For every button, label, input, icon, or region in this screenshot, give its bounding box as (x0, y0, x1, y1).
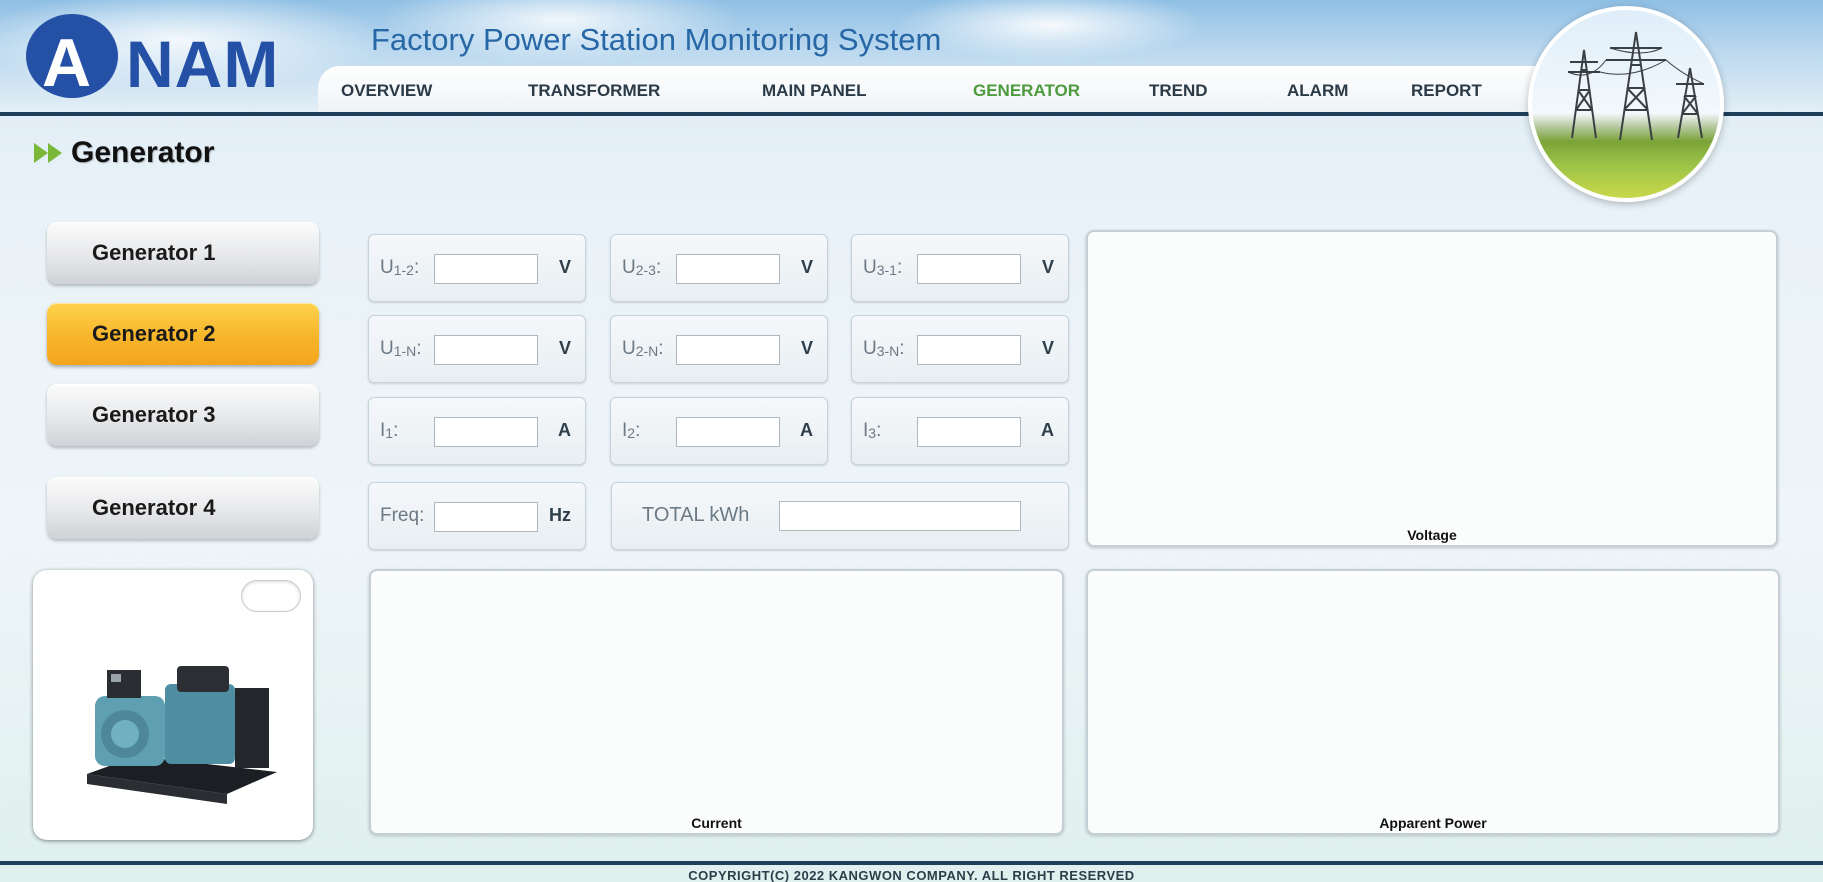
app-title: Factory Power Station Monitoring System (371, 22, 942, 57)
u23-input[interactable] (676, 254, 780, 284)
u2n-unit: V (800, 338, 813, 358)
generator-icon (87, 666, 277, 804)
u3n-input[interactable] (917, 335, 1021, 365)
u31-field-box: U3-1: V (851, 234, 1069, 302)
frequency-label: Freq: (380, 505, 425, 526)
i1-label: I1: (380, 420, 399, 441)
u3n-unit: V (1041, 338, 1054, 358)
u23-unit: V (800, 257, 813, 277)
double-arrow-icon (34, 143, 62, 163)
nav-report[interactable]: REPORT (1411, 81, 1482, 101)
frequency-unit: Hz (549, 505, 571, 525)
i3-unit: A (1041, 420, 1054, 440)
voltage-chart-title: Voltage (1407, 527, 1457, 543)
u1n-input[interactable] (434, 335, 538, 365)
current-chart-title: Current (691, 815, 742, 831)
i2-field-box: I2: A (610, 397, 828, 465)
i2-unit: A (800, 420, 813, 440)
i2-input[interactable] (676, 417, 780, 447)
i1-input[interactable] (434, 417, 538, 447)
voltage-chart-panel: Voltage (1086, 230, 1778, 547)
generator-4-button[interactable]: Generator 4 (47, 477, 319, 539)
i3-field-box: I3: A (851, 397, 1069, 465)
u3n-label: U3-N: (863, 338, 905, 359)
u1n-label: U1-N: (380, 338, 422, 359)
i1-unit: A (558, 420, 571, 440)
u2n-label: U2-N: (622, 338, 664, 359)
page-title: Generator (71, 136, 215, 169)
generator-image-card (33, 570, 313, 840)
footer-copyright: COPYRIGHT(C) 2022 KANGWON COMPANY. ALL R… (688, 868, 1135, 882)
apparent-power-chart-panel: Apparent Power (1086, 569, 1780, 835)
nav-generator[interactable]: GENERATOR (973, 81, 1080, 101)
nav-alarm[interactable]: ALARM (1287, 81, 1348, 101)
frequency-field-box: Freq: Hz (368, 482, 586, 550)
u23-field-box: U2-3: V (610, 234, 828, 302)
u1n-unit: V (558, 338, 571, 358)
u12-input[interactable] (434, 254, 538, 284)
u2n-input[interactable] (676, 335, 780, 365)
company-logo: A NAM (26, 14, 296, 101)
i1-field-box: I1: A (368, 397, 586, 465)
logo-text: NAM (126, 27, 280, 101)
u12-label: U1-2: (380, 257, 420, 278)
total-kwh-label: TOTAL kWh (642, 504, 750, 526)
u31-label: U3-1: (863, 257, 903, 278)
logo-letter: A (42, 25, 92, 101)
u1n-field-box: U1-N: V (368, 315, 586, 383)
nav-trend[interactable]: TREND (1149, 81, 1208, 101)
nav-overview[interactable]: OVERVIEW (341, 81, 432, 101)
u12-field-box: U1-2: V (368, 234, 586, 302)
total-kwh-field-box: TOTAL kWh (611, 482, 1069, 550)
i3-input[interactable] (917, 417, 1021, 447)
i3-label: I3: (863, 420, 882, 441)
u3n-field-box: U3-N: V (851, 315, 1069, 383)
u31-input[interactable] (917, 254, 1021, 284)
footer-divider (0, 861, 1823, 865)
u2n-field-box: U2-N: V (610, 315, 828, 383)
i2-label: I2: (622, 420, 641, 441)
main-nav: OVERVIEW TRANSFORMER MAIN PANEL GENERATO… (318, 66, 1548, 112)
generator-3-button[interactable]: Generator 3 (47, 384, 319, 446)
nav-transformer[interactable]: TRANSFORMER (528, 81, 660, 101)
current-chart-panel: Current (369, 569, 1064, 835)
toggle-switch[interactable] (241, 580, 301, 612)
u23-label: U2-3: (622, 257, 662, 278)
power-tower-icon (1528, 6, 1724, 202)
frequency-input[interactable] (434, 502, 538, 532)
generator-2-button[interactable]: Generator 2 (47, 303, 319, 365)
apparent-power-chart-title: Apparent Power (1379, 815, 1487, 831)
nav-main-panel[interactable]: MAIN PANEL (762, 81, 867, 101)
generator-1-button[interactable]: Generator 1 (47, 222, 319, 284)
u12-unit: V (558, 257, 571, 277)
total-kwh-input[interactable] (779, 501, 1021, 531)
u31-unit: V (1041, 257, 1054, 277)
